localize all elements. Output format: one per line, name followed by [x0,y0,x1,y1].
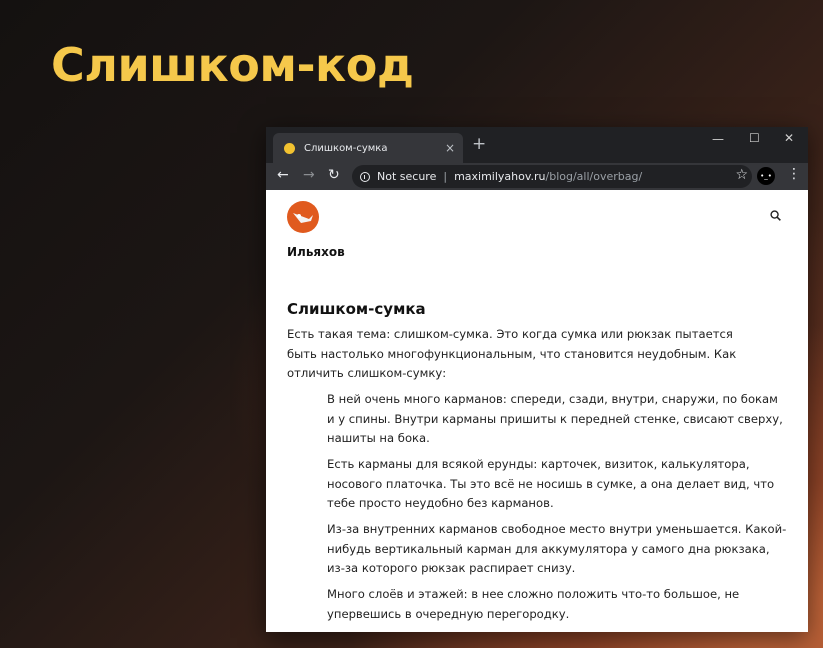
menu-icon[interactable]: ⋮ [787,167,801,181]
info-icon[interactable] [360,171,370,182]
list-item: Много слоёв и этажей: в нее сложно полож… [327,587,740,621]
back-icon[interactable]: ← [277,168,289,182]
post-list: В ней очень много карманов: спереди, сза… [327,390,787,631]
url-host: maximilyahov.ru [454,170,546,183]
tab-close-icon[interactable]: × [445,142,455,154]
forward-icon[interactable]: → [303,168,315,182]
browser-toolbar: ← → ↻ Not secure | maximilyahov.ru/blog/… [266,163,808,190]
tab-active[interactable]: Слишком-сумка × [273,133,463,163]
slide-title: Слишком-код [51,38,414,92]
url-path: /blog/all/overbag/ [545,170,643,183]
list-item: В ней очень много карманов: спереди, сза… [327,392,783,445]
list-item: Есть карманы для всякой ерунды: карточек… [327,457,775,510]
close-window-button[interactable]: ✕ [784,132,794,144]
search-icon[interactable] [770,210,781,221]
new-tab-button[interactable]: + [472,136,486,153]
avatar-image-icon [293,213,313,223]
list-item: Из-за внутренних карманов свободное мест… [327,522,787,575]
address-bar[interactable]: Not secure | maximilyahov.ru/blog/all/ov… [352,165,752,188]
tab-title: Слишком-сумка [304,142,388,154]
author-name[interactable]: Ильяхов [287,245,345,259]
minimize-button[interactable]: — [712,133,724,145]
browser-titlebar: Слишком-сумка × + — ☐ ✕ [266,127,808,163]
security-label: Not secure [377,170,437,183]
browser-window: Слишком-сумка × + — ☐ ✕ ← → ↻ Not secure… [266,127,808,632]
address-separator: | [443,170,448,183]
avatar[interactable] [287,201,319,233]
profile-avatar-icon[interactable]: •_• [757,167,775,185]
reload-icon[interactable]: ↻ [328,168,340,182]
post-intro: Есть такая тема: слишком-сумка. Это когд… [287,327,737,380]
favicon-icon [284,142,295,154]
post-title: Слишком-сумка [287,300,426,318]
page-content: Ильяхов Слишком-сумка Есть такая тема: с… [266,190,808,632]
star-icon[interactable]: ☆ [735,168,748,182]
maximize-button[interactable]: ☐ [749,132,760,144]
